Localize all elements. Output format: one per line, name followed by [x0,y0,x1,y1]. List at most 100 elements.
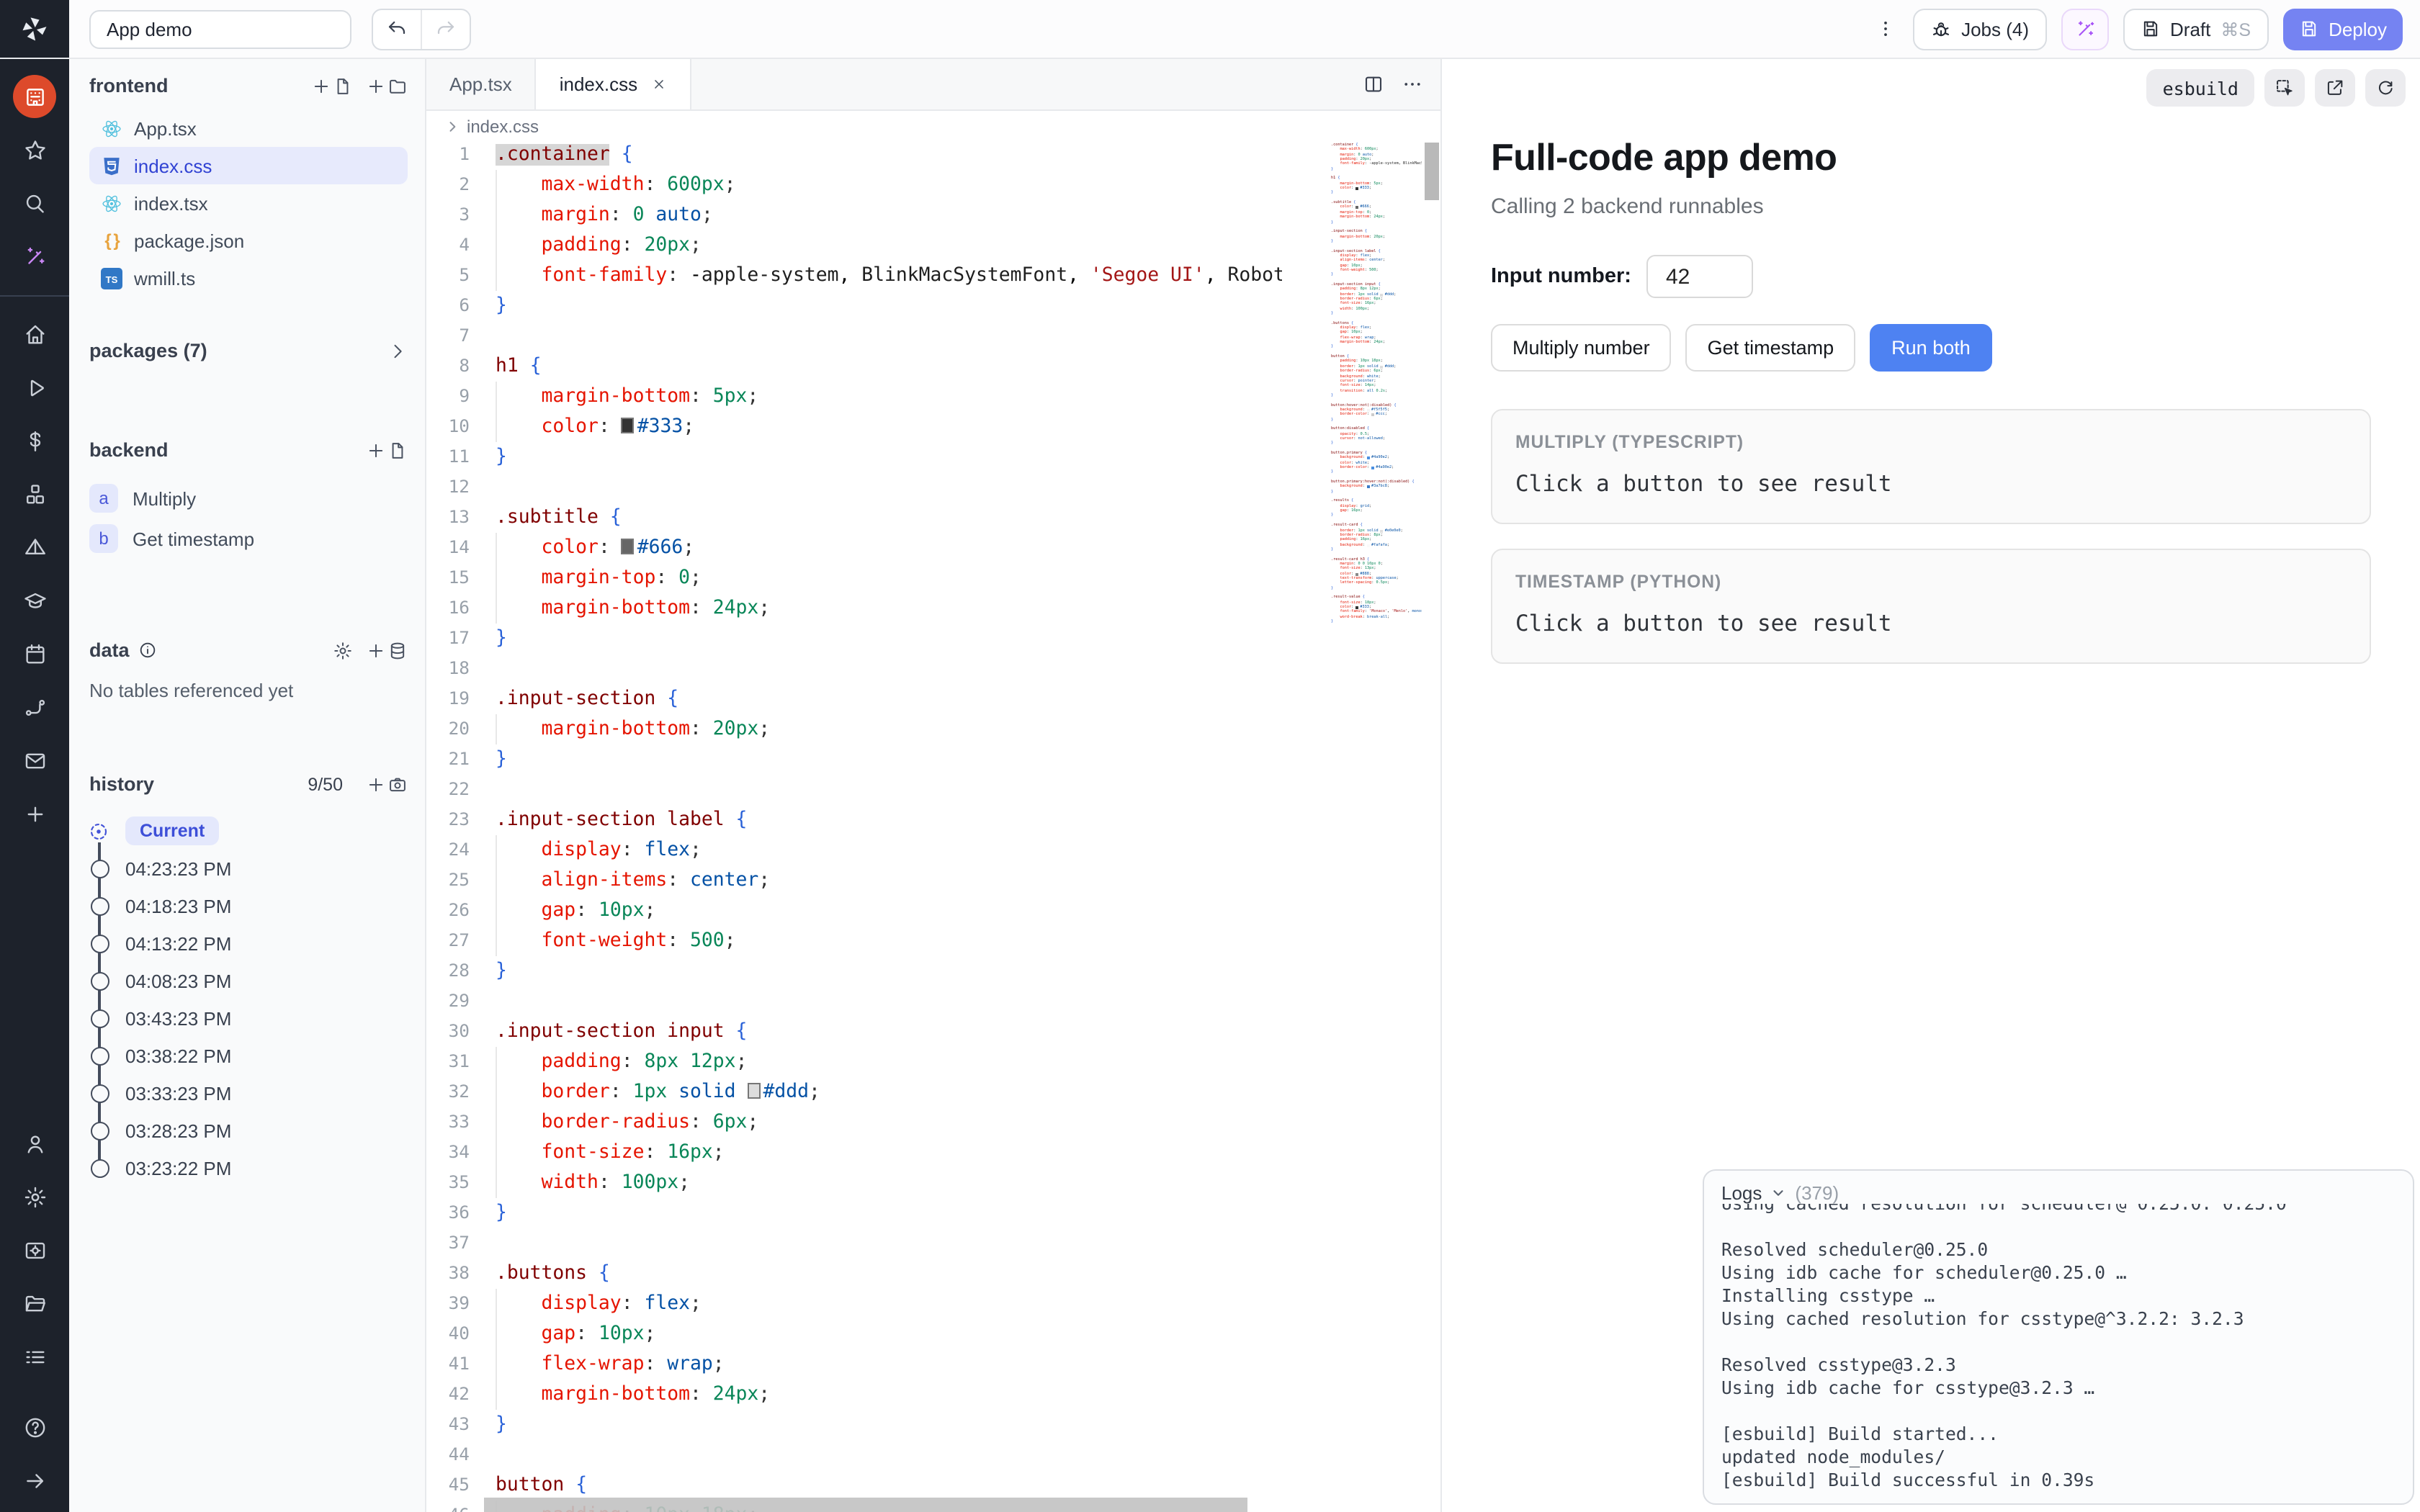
ai-item[interactable] [13,235,56,278]
file-item-package.json[interactable]: { }package.json [89,222,408,259]
undo-button[interactable] [373,9,421,48]
history-entry[interactable]: 03:28:23 PM [89,1112,408,1149]
packages-expand-button[interactable] [387,341,408,361]
settings-item[interactable] [13,1175,56,1218]
runs-item[interactable] [13,366,56,409]
flows-item[interactable] [13,685,56,729]
split-editor-button[interactable] [1363,73,1384,94]
editor-more-button[interactable] [1402,73,1423,94]
windmill-logo[interactable] [0,0,69,58]
input-number-label: Input number: [1491,265,1631,288]
app-editor-item[interactable] [13,75,56,118]
line-number: 30 [426,1017,490,1047]
more-menu-button[interactable] [1872,17,1898,40]
line-number: 15 [426,563,490,593]
data-title: data [89,639,130,661]
history-current-row[interactable]: Current [89,812,408,850]
code-line: 11} [426,442,1282,472]
code-line: 43} [426,1410,1282,1440]
packages-title: packages (7) [89,340,207,361]
data-settings-button[interactable] [333,640,353,660]
close-icon[interactable] [650,76,666,91]
draft-button[interactable]: Draft ⌘S [2123,8,2268,50]
open-external-button[interactable] [2315,69,2355,107]
line-number: 5 [426,261,490,291]
react-icon [101,117,122,139]
file-item-wmill.ts[interactable]: TSwmill.ts [89,259,408,297]
breadcrumb[interactable]: index.css [426,111,1440,141]
inbox-item[interactable] [13,739,56,782]
file-item-index.css[interactable]: index.css [89,147,408,184]
horizontal-scrollbar[interactable] [484,1498,1247,1512]
tab-label: index.css [560,73,637,94]
history-entry[interactable]: 04:23:23 PM [89,850,408,887]
code-line: 13.subtitle { [426,503,1282,533]
jobs-button[interactable]: Jobs (4) [1912,8,2046,50]
add-folder-button[interactable] [366,76,408,96]
code-line: 6} [426,291,1282,321]
editor-tabbar-actions [1363,58,1440,109]
backend-item-multiply[interactable]: aMultiply [89,478,408,518]
favorites-item[interactable] [13,128,56,171]
resources-item[interactable] [13,472,56,516]
history-entry[interactable]: 03:38:22 PM [89,1037,408,1074]
history-entry[interactable]: 04:08:23 PM [89,962,408,999]
multiply-number-button[interactable]: Multiply number [1491,324,1672,372]
deploy-button[interactable]: Deploy [2282,8,2403,50]
code-line: 41 flex-wrap: wrap; [426,1349,1282,1380]
tab-App.tsx[interactable]: App.tsx [426,58,537,109]
add-table-button[interactable] [366,640,408,660]
triggers-item[interactable] [13,526,56,569]
backend-item-get-timestamp[interactable]: bGet timestamp [89,518,408,559]
redo-button[interactable] [421,9,470,48]
code-area[interactable]: 1.container {2 max-width: 600px;3 margin… [426,140,1440,1512]
preview-content: Full-code app demo Calling 2 backend run… [1442,58,2420,664]
audit-logs-item[interactable] [13,1335,56,1378]
add-runnable-button[interactable] [366,440,408,460]
create-item[interactable] [13,792,56,835]
logs-header[interactable]: Logs (379) [1721,1182,2396,1204]
line-number: 27 [426,926,490,956]
history-count: 9/50 [308,774,343,794]
frontend-section-header: frontend [89,75,408,96]
schedules-item[interactable] [13,632,56,675]
history-current-label: Current [125,816,219,845]
vertical-scrollbar[interactable] [1425,143,1439,200]
help-item[interactable] [13,1405,56,1449]
tab-index.css[interactable]: index.css [537,58,691,109]
variables-item[interactable] [13,419,56,462]
log-line: Resolved csstype@3.2.3 [1721,1354,2396,1377]
run-both-button[interactable]: Run both [1870,324,1992,372]
minimap[interactable]: .container { max-width: 600px; margin: 0… [1331,140,1422,1512]
learn-item[interactable] [13,579,56,622]
file-item-App.tsx[interactable]: App.tsx [89,109,408,147]
timeline-circle-icon [91,1084,109,1102]
line-number: 14 [426,533,490,563]
get-timestamp-button[interactable]: Get timestamp [1686,324,1856,372]
ai-assistant-button[interactable] [2061,8,2108,50]
select-mode-button[interactable] [2264,69,2305,107]
app-name-input[interactable]: App demo [89,9,351,48]
snapshot-button[interactable] [366,774,408,794]
runtime-badge[interactable]: esbuild [2147,69,2254,107]
workers-item[interactable] [13,1228,56,1272]
home-item[interactable] [13,312,56,356]
history-entry[interactable]: 03:33:23 PM [89,1074,408,1112]
add-file-button[interactable] [311,76,353,96]
account-item[interactable] [13,1122,56,1165]
folders-item[interactable] [13,1282,56,1325]
file-item-index.tsx[interactable]: index.tsx [89,184,408,222]
code-line: 3 margin: 0 auto; [426,200,1282,230]
log-line: updated node_modules/ [1721,1446,2396,1469]
collapse-item[interactable] [13,1459,56,1502]
search-item[interactable] [13,181,56,225]
line-number: 9 [426,382,490,412]
code-line: 14 color: #666; [426,533,1282,563]
log-line [1721,1331,2396,1354]
history-entry[interactable]: 03:23:22 PM [89,1149,408,1187]
refresh-button[interactable] [2365,69,2406,107]
history-entry[interactable]: 03:43:23 PM [89,999,408,1037]
history-entry[interactable]: 04:13:22 PM [89,924,408,962]
input-number-field[interactable]: 42 [1647,255,1754,298]
history-entry[interactable]: 04:18:23 PM [89,887,408,924]
